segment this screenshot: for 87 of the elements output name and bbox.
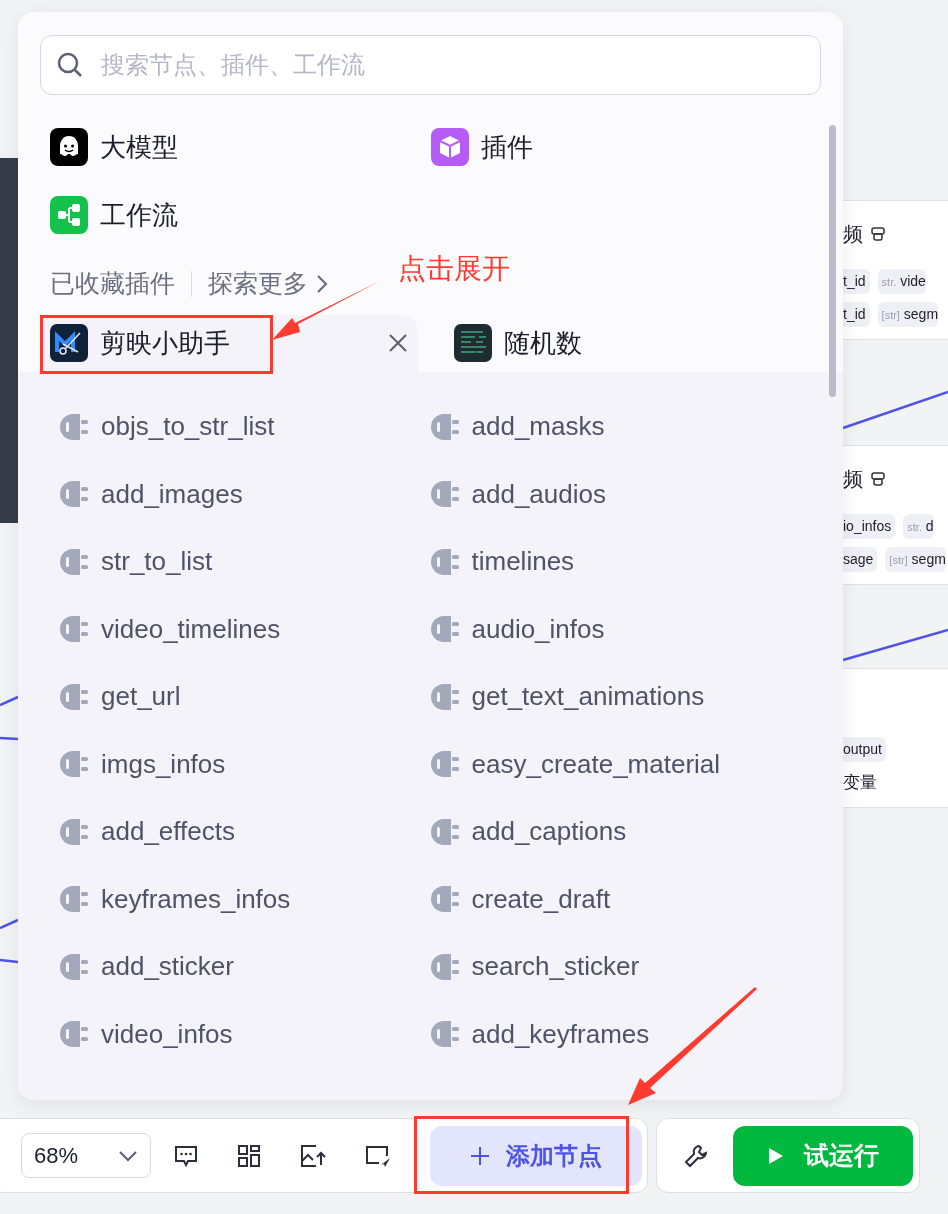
plug-icon [60, 1021, 89, 1047]
zoom-select[interactable]: 68% [21, 1133, 151, 1178]
play-icon [767, 1146, 784, 1165]
category-item[interactable]: 工作流 [50, 181, 431, 249]
tool-item[interactable]: objs_to_str_list [60, 399, 431, 454]
node-title: 频 [843, 467, 863, 492]
variable-tag: [str] segm [877, 302, 939, 327]
tool-item[interactable]: keyframes_infos [60, 872, 431, 926]
plug-icon [60, 818, 89, 845]
plug-icon [430, 413, 460, 440]
variable-tag: io_infos [843, 514, 896, 539]
plug-icon [60, 413, 89, 440]
plug-icon [430, 481, 460, 507]
tool-item[interactable]: timelines [430, 534, 801, 589]
node-title: 频 [843, 222, 863, 247]
wrench-icon[interactable] [683, 1142, 709, 1169]
add-node-button[interactable]: 添加节点 [430, 1125, 642, 1186]
plug-icon [60, 953, 89, 980]
tool-item[interactable]: add_sticker [60, 939, 431, 994]
connector-line [0, 918, 19, 930]
tool-item[interactable]: add_keyframes [430, 1007, 801, 1061]
plugin-tab[interactable]: 随机数 [443, 314, 821, 372]
plug-icon [60, 683, 89, 710]
plug-icon [430, 751, 460, 777]
plug-icon [430, 616, 460, 642]
explore-more-link[interactable]: 探索更多 [208, 265, 328, 303]
variable-tag: [str] segm [885, 547, 946, 572]
scrollbar-thumb[interactable] [829, 125, 836, 397]
connector-line [0, 695, 19, 707]
workflow-icon [50, 196, 88, 234]
variable-tag: str. d [903, 514, 934, 539]
code-screen-icon [453, 324, 492, 362]
plus-icon [470, 1145, 490, 1166]
tool-item[interactable]: add_audios [430, 467, 801, 521]
search-icon [56, 51, 84, 79]
tool-item[interactable]: str_to_list [60, 534, 431, 589]
tool-item[interactable]: get_text_animations [430, 669, 801, 724]
tool-item[interactable]: add_images [60, 467, 431, 521]
tool-item[interactable]: search_sticker [430, 939, 801, 994]
node-card[interactable]: 频 io_infos str. d sage [str] segm [843, 445, 948, 585]
search-field[interactable]: 搜索节点、插件、工作流 [40, 35, 821, 95]
tool-item[interactable]: add_masks [430, 399, 801, 454]
category-item[interactable]: 插件 [430, 113, 811, 181]
connector-line [0, 736, 19, 741]
tool-item[interactable]: get_url [60, 669, 431, 724]
annotation-text: 点击展开 [398, 252, 510, 286]
layout-grid-icon[interactable] [236, 1142, 262, 1169]
plug-icon [430, 683, 460, 710]
plug-icon [60, 751, 89, 777]
variable-tag: output [843, 736, 886, 762]
ghost-icon [50, 128, 88, 166]
tool-item[interactable]: easy_create_material [430, 737, 801, 791]
variable-tag: t_id [843, 269, 870, 294]
tool-item[interactable]: imgs_infos [60, 737, 431, 791]
plug-icon [430, 818, 460, 845]
close-icon[interactable] [387, 333, 408, 353]
variable-label: 变量 [843, 771, 877, 794]
variable-tag: str. vide [877, 269, 926, 294]
link-icon [871, 472, 885, 486]
plug-icon [430, 953, 460, 980]
plug-icon [60, 886, 89, 912]
variable-tag: t_id [843, 302, 870, 327]
section-title: 已收藏插件 [50, 268, 175, 299]
plug-icon [60, 548, 89, 575]
node-card[interactable]: 频 t_id str. vide t_id [str] segm [843, 200, 948, 340]
plug-icon [60, 616, 89, 642]
tool-item[interactable]: create_draft [430, 872, 801, 926]
plug-icon [430, 1021, 460, 1047]
link-icon [871, 227, 885, 241]
connector-line [0, 958, 19, 964]
plug-icon [430, 548, 460, 575]
cube-icon [430, 128, 469, 166]
chevron-down-icon [118, 1149, 138, 1162]
tool-item[interactable]: add_captions [430, 804, 801, 859]
category-item[interactable]: 大模型 [50, 113, 431, 181]
node-card[interactable]: output 变量 [843, 668, 948, 808]
tool-item[interactable]: video_infos [60, 1007, 431, 1061]
scissors-icon [50, 324, 88, 362]
variable-tag: sage [843, 547, 878, 572]
tool-item[interactable]: video_timelines [60, 602, 431, 656]
chevron-right-icon [316, 273, 328, 294]
plug-icon [60, 481, 89, 507]
image-upload-icon[interactable] [299, 1142, 327, 1169]
tool-item[interactable]: audio_infos [430, 602, 801, 656]
plugin-tab[interactable]: 剪映小助手 [40, 314, 418, 372]
plug-icon [430, 886, 460, 912]
tool-item[interactable]: add_effects [60, 804, 431, 859]
